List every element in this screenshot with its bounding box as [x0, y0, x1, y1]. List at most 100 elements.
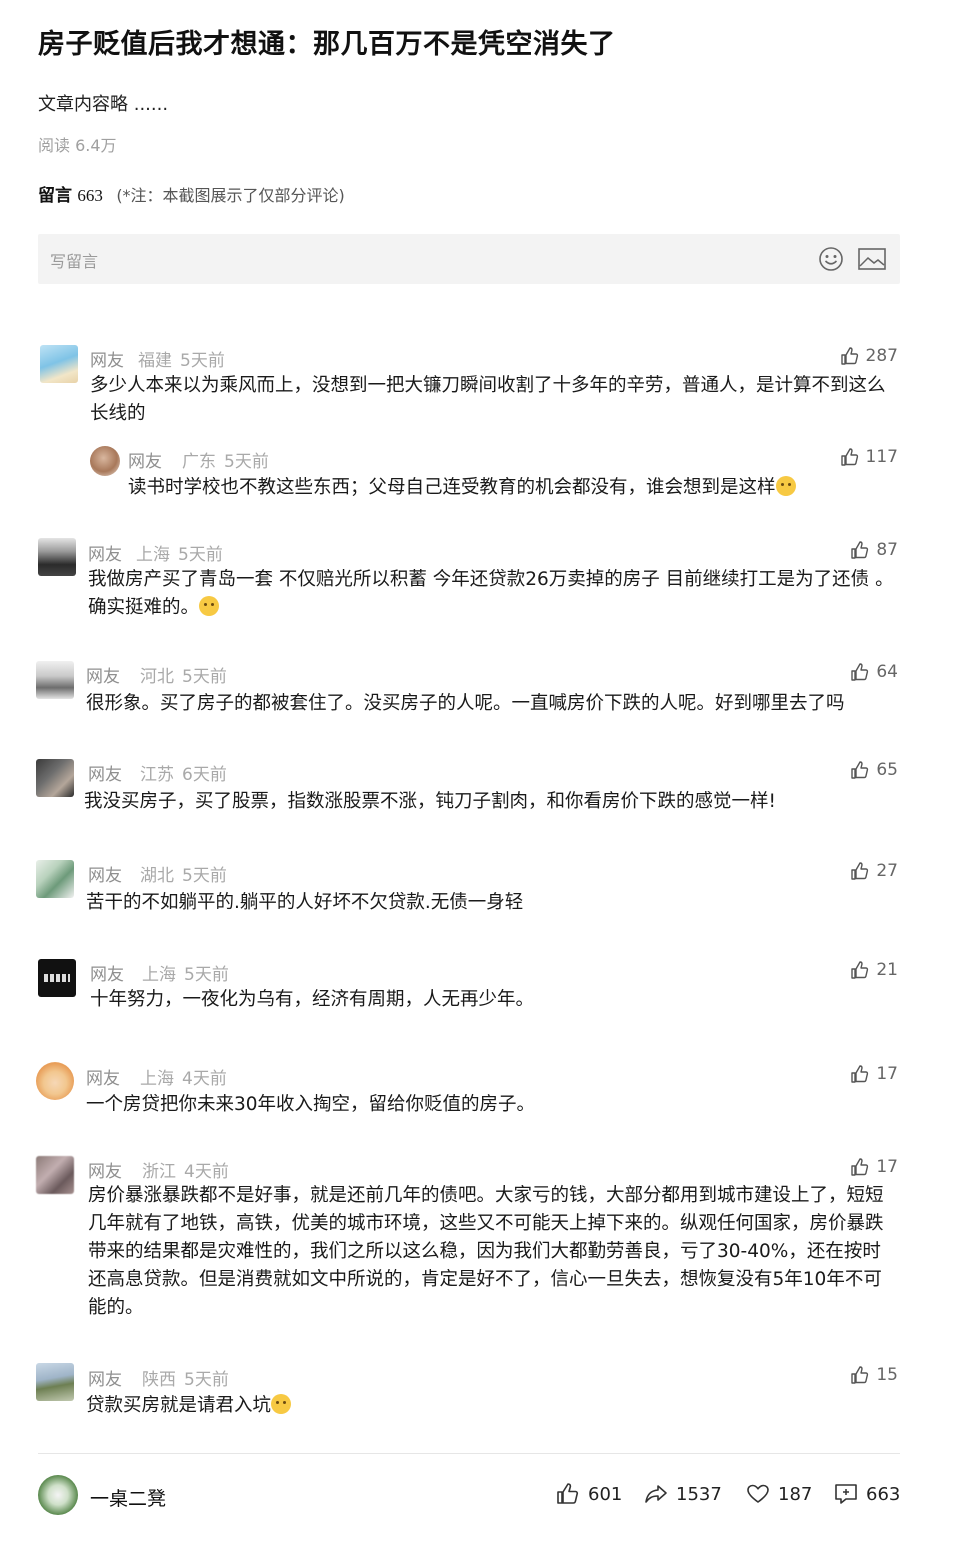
like-count: 65 — [876, 760, 898, 780]
like-button[interactable]: 64 — [850, 662, 898, 682]
comment-time: 4天前 — [182, 1069, 227, 1089]
article-title: 房子贬值后我才想通：那几百万不是凭空消失了 — [38, 29, 616, 60]
commenter-name[interactable]: 网友 — [86, 1069, 120, 1089]
footer-like-count: 601 — [588, 1483, 623, 1505]
like-count: 17 — [876, 1157, 898, 1177]
avatar[interactable] — [38, 959, 76, 997]
comment-text: 十年努力，一夜化为乌有，经济有周期，人无再少年。 — [90, 989, 535, 1010]
comment-time: 4天前 — [184, 1162, 229, 1182]
article-excerpt: 文章内容略 ...... — [38, 94, 169, 115]
comment-meta: 网友 浙江 4天前 — [88, 1157, 229, 1182]
comment-meta: 网友 上海 5天前 — [90, 960, 229, 985]
commenter-name[interactable]: 网友 — [128, 452, 162, 472]
comment-text: 读书时学校也不教这些东西；父母自己连受教育的机会都没有，谁会想到是这样 — [128, 477, 776, 498]
image-icon[interactable] — [858, 248, 886, 270]
commenter-name[interactable]: 网友 — [88, 866, 122, 886]
footer-share-button[interactable]: 1537 — [644, 1482, 722, 1506]
comment-time: 5天前 — [182, 667, 227, 687]
comment-text: 贷款买房就是请君入坑 — [86, 1395, 272, 1416]
comment-text: 很形象。买了房子的都被套住了。没买房子的人呢。一直喊房价下跌的人呢。好到哪里去了… — [86, 693, 845, 714]
comment-meta: 网友 广东 5天前 — [128, 447, 269, 472]
comment-text-row: 贷款买房就是请君入坑 — [86, 1392, 898, 1420]
avatar[interactable] — [36, 759, 74, 797]
footer-like-button[interactable]: 601 — [556, 1482, 622, 1506]
thumbs-up-icon — [851, 1065, 869, 1083]
smiley-icon[interactable] — [818, 246, 844, 272]
comment-text: 苦干的不如躺平的.躺平的人好坏不欠贷款.无债一身轻 — [86, 892, 524, 913]
avatar[interactable] — [90, 446, 120, 476]
commenter-region: 上海 — [136, 545, 170, 565]
comment-input-placeholder: 写留言 — [50, 252, 99, 271]
commenter-region: 浙江 — [142, 1162, 176, 1182]
like-count: 64 — [876, 662, 898, 682]
thumbs-up-icon — [557, 1483, 579, 1504]
heart-icon — [747, 1484, 769, 1503]
footer-favorite-count: 187 — [778, 1483, 813, 1505]
avatar[interactable] — [36, 1156, 74, 1194]
avatar[interactable] — [36, 860, 74, 898]
author-avatar[interactable] — [38, 1475, 78, 1515]
commenter-name[interactable]: 网友 — [88, 1370, 122, 1390]
comment-input[interactable]: 写留言 — [38, 234, 900, 284]
comment-meta: 网友 湖北 5天前 — [88, 861, 227, 886]
comment-time: 5天前 — [224, 452, 269, 472]
comment-time: 5天前 — [182, 866, 227, 886]
like-button[interactable]: 287 — [840, 346, 898, 366]
like-button[interactable]: 17 — [850, 1157, 898, 1177]
commenter-name[interactable]: 网友 — [88, 545, 122, 565]
avatar[interactable] — [40, 345, 78, 383]
grin-emoji-icon — [271, 1394, 292, 1414]
comment-time: 5天前 — [178, 545, 223, 565]
comment-time: 5天前 — [180, 351, 225, 371]
comment-meta: 网友 福建 5天前 — [90, 346, 225, 371]
avatar[interactable] — [36, 1363, 74, 1401]
avatar-glyph — [44, 974, 70, 982]
thumbs-up-icon — [840, 448, 858, 466]
comments-count: 663 — [77, 186, 103, 205]
avatar[interactable] — [36, 661, 74, 699]
commenter-name[interactable]: 网友 — [90, 351, 124, 371]
like-button[interactable]: 117 — [840, 447, 898, 467]
grimace-emoji-icon — [775, 476, 796, 496]
share-icon — [645, 1485, 667, 1503]
like-button[interactable]: 17 — [850, 1064, 898, 1084]
footer-comment-button[interactable]: 663 — [834, 1482, 900, 1506]
thumbs-up-icon — [851, 663, 869, 681]
author-name[interactable]: 一桌二凳 — [90, 1484, 166, 1511]
comments-count-row: 留言 663 (*注：本截图展示了仅部分评论) — [38, 181, 345, 206]
grimace-emoji-icon — [199, 596, 220, 616]
commenter-name[interactable]: 网友 — [88, 1162, 122, 1182]
like-button[interactable]: 65 — [850, 760, 898, 780]
like-count: 287 — [865, 346, 898, 366]
avatar[interactable] — [36, 1062, 74, 1100]
footer-divider — [38, 1453, 900, 1454]
commenter-region: 陕西 — [142, 1370, 176, 1390]
commenter-region: 江苏 — [140, 765, 174, 785]
thumbs-up-icon — [851, 1158, 869, 1176]
comment-time: 5天前 — [184, 1370, 229, 1390]
comment-meta: 网友 上海 4天前 — [86, 1064, 227, 1089]
like-button[interactable]: 27 — [850, 861, 898, 881]
avatar[interactable] — [38, 538, 76, 576]
comments-label: 留言 — [38, 186, 72, 206]
read-count: 阅读 6.4万 — [38, 136, 117, 155]
thumbs-up-icon — [851, 1366, 869, 1384]
comment-meta: 网友 河北 5天前 — [86, 662, 227, 687]
commenter-name[interactable]: 网友 — [90, 965, 124, 985]
thumbs-up-icon — [840, 347, 858, 365]
thumbs-up-icon — [851, 961, 869, 979]
like-button[interactable]: 87 — [850, 540, 898, 560]
commenter-region: 上海 — [142, 965, 176, 985]
commenter-name[interactable]: 网友 — [88, 765, 122, 785]
footer-share-count: 1537 — [676, 1483, 722, 1505]
thumbs-up-icon — [851, 541, 869, 559]
like-count: 21 — [876, 960, 898, 980]
like-button[interactable]: 21 — [850, 960, 898, 980]
comment-meta: 网友 陕西 5天前 — [88, 1365, 229, 1390]
commenter-name[interactable]: 网友 — [86, 667, 120, 687]
footer-favorite-button[interactable]: 187 — [746, 1482, 812, 1506]
comment-time: 6天前 — [182, 765, 227, 785]
comment-text: 房价暴涨暴跌都不是好事，就是还前几年的债吧。大家亏的钱，大部分都用到城市建设上了… — [88, 1185, 884, 1318]
commenter-region: 河北 — [140, 667, 174, 687]
like-button[interactable]: 15 — [850, 1365, 898, 1385]
